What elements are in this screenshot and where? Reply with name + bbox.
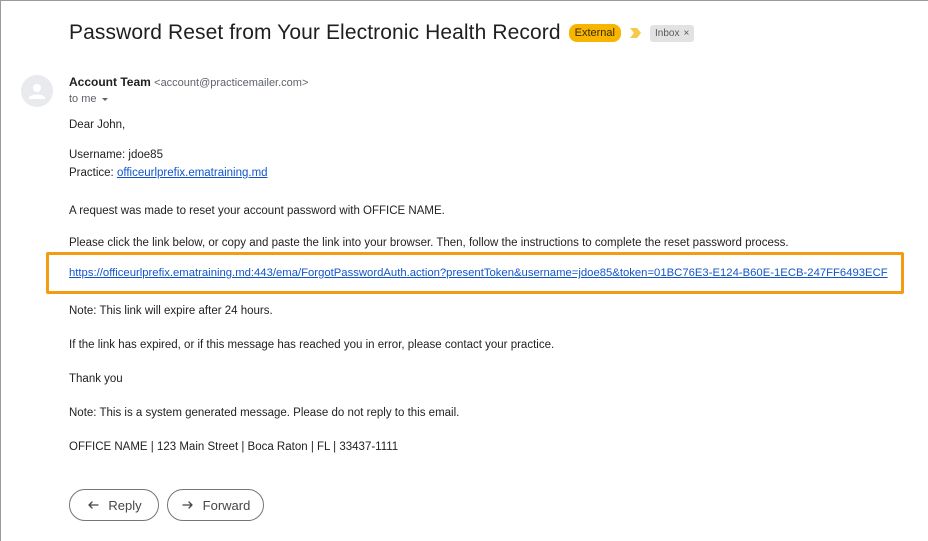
remove-label-icon[interactable]: ×: [683, 27, 689, 40]
email-view: Password Reset from Your Electronic Heal…: [0, 0, 928, 541]
expired-note: If the link has expired, or if this mess…: [69, 339, 555, 351]
reset-link-line: https://officeurlprefix.ematraining.md:4…: [69, 267, 888, 279]
person-avatar-icon: [29, 84, 45, 99]
forward-label: Forward: [202, 497, 251, 513]
inbox-label-text: Inbox: [654, 27, 680, 39]
external-label[interactable]: External: [568, 24, 621, 42]
practice-link[interactable]: officeurlprefix.ematraining.md: [117, 167, 268, 179]
recipient-details[interactable]: to me: [69, 93, 110, 105]
footer-address: OFFICE NAME | 123 Main Street | Boca Rat…: [69, 441, 399, 453]
forward-button[interactable]: Forward: [167, 489, 264, 521]
practice-line: Practice: officeurlprefix.ematraining.md: [69, 167, 268, 179]
subject-row: Password Reset from Your Electronic Heal…: [69, 21, 695, 45]
importance-marker-icon[interactable]: [629, 27, 642, 39]
inbox-label[interactable]: Inbox ×: [649, 24, 695, 42]
sender-avatar: [21, 75, 53, 107]
reply-label: Reply: [108, 497, 142, 513]
sender-email: <account@practicemailer.com>: [154, 77, 309, 89]
greeting: Dear John,: [69, 119, 126, 131]
reset-password-link[interactable]: https://officeurlprefix.ematraining.md:4…: [69, 267, 888, 279]
thanks-line: Thank you: [69, 373, 123, 385]
recipient-line: to me: [69, 93, 97, 105]
request-line: A request was made to reset your account…: [69, 205, 445, 217]
practice-label: Practice:: [69, 167, 117, 179]
forward-icon: [182, 501, 193, 509]
sender-name[interactable]: Account Team: [69, 75, 151, 89]
chevron-down-icon[interactable]: [100, 94, 110, 104]
system-note: Note: This is a system generated message…: [69, 407, 460, 419]
reply-icon: [88, 501, 100, 509]
expiry-note: Note: This link will expire after 24 hou…: [69, 305, 273, 317]
sender-line: Account Team <account@practicemailer.com…: [69, 75, 308, 89]
instructions-line: Please click the link below, or copy and…: [69, 237, 789, 249]
username-line: Username: jdoe85: [69, 149, 163, 161]
email-subject: Password Reset from Your Electronic Heal…: [69, 21, 561, 44]
reply-button[interactable]: Reply: [69, 489, 159, 521]
